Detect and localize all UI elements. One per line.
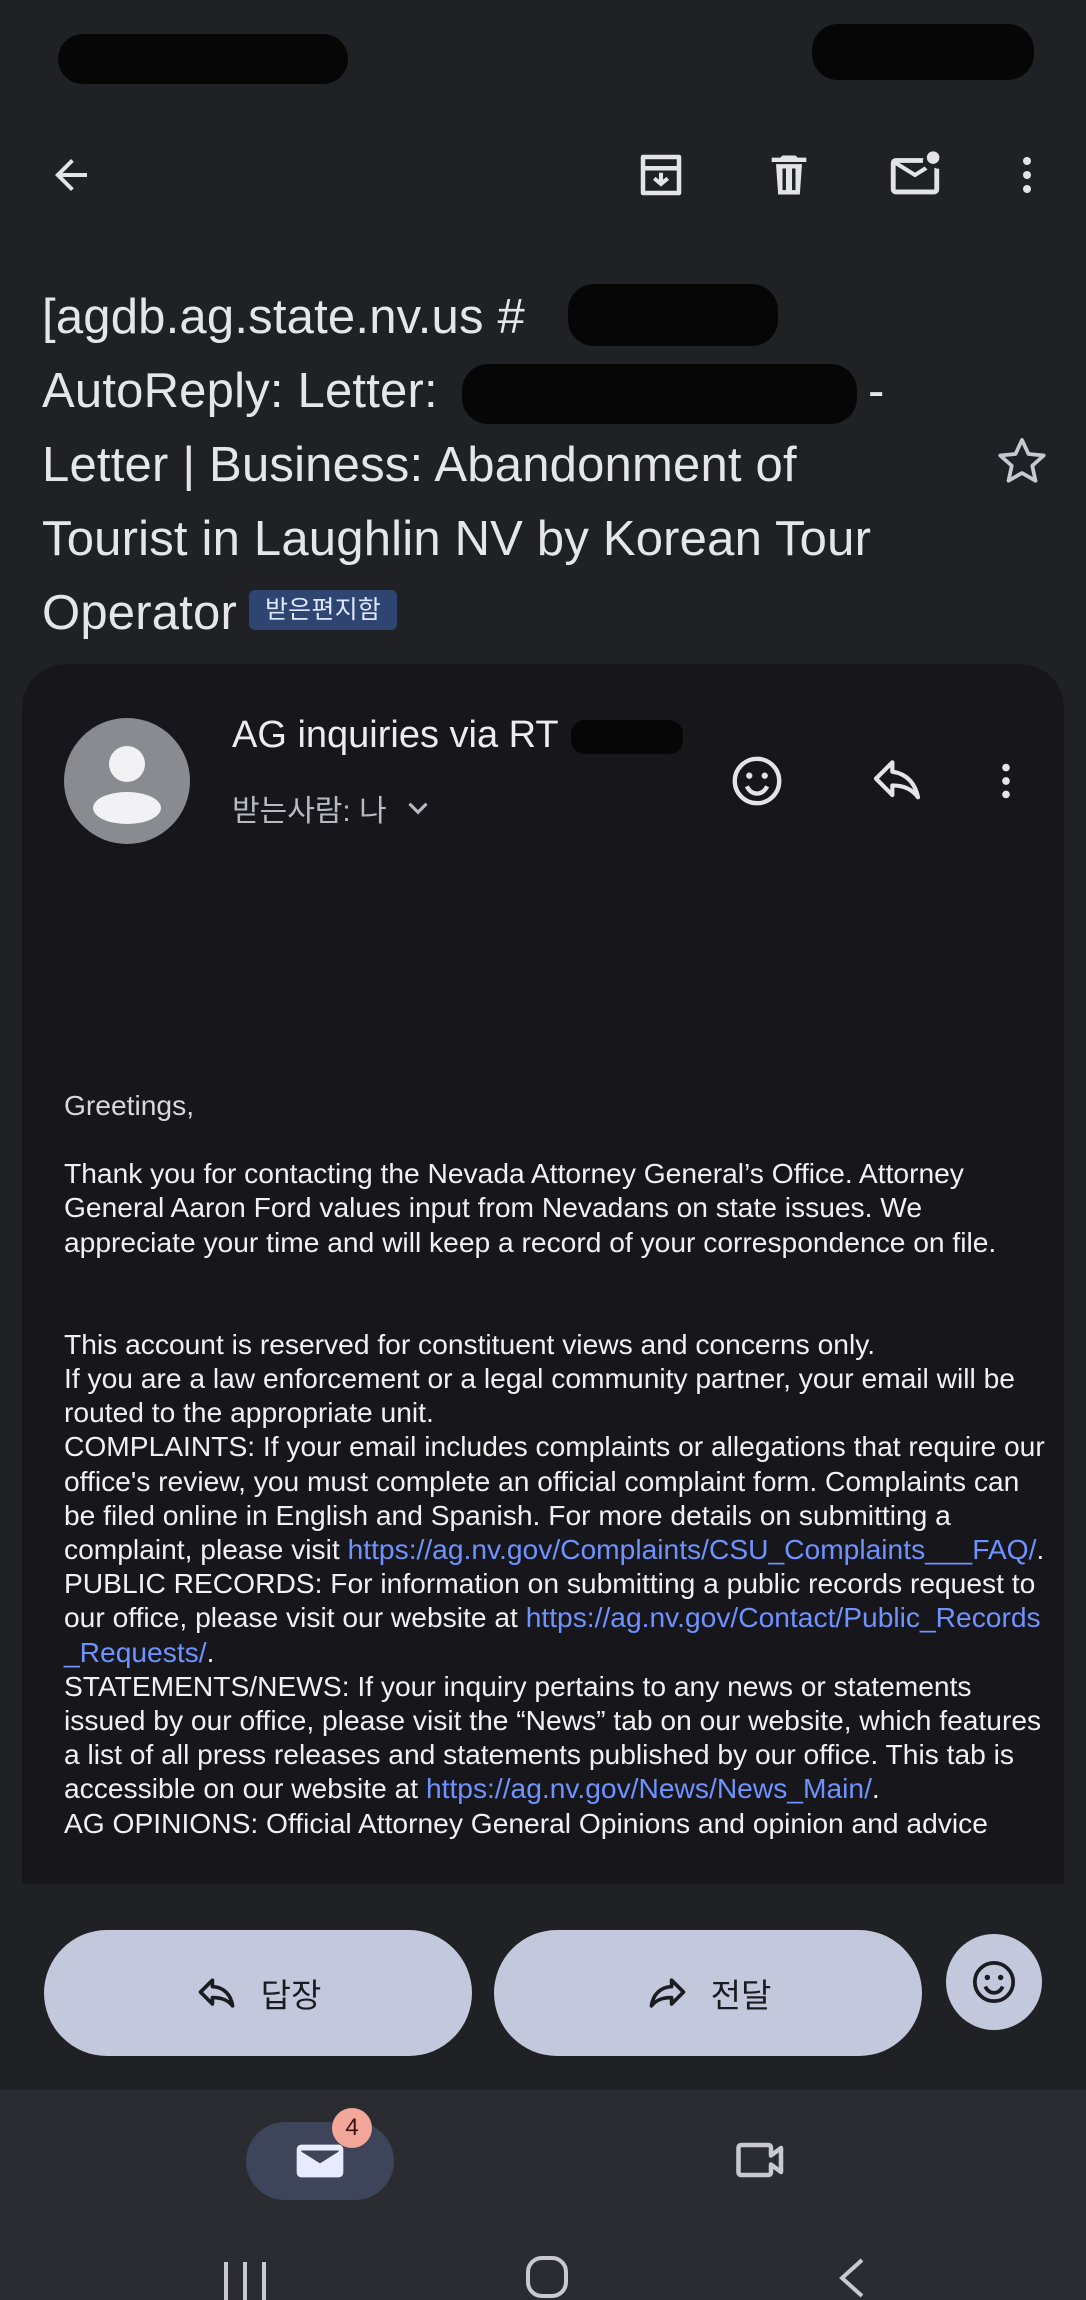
- home-icon: [526, 2256, 568, 2298]
- emoji-icon: [732, 756, 782, 806]
- more-options-button[interactable]: [994, 142, 1060, 208]
- action-bar: 답장 전달: [0, 1884, 1086, 2090]
- body-complaints: COMPLAINTS: If your email includes compl…: [64, 1430, 1045, 1566]
- reply-icon-button[interactable]: [862, 746, 932, 816]
- forward-icon: [649, 1978, 685, 2008]
- bottom-navigation: 4: [0, 2090, 1086, 2300]
- subject-line-2: AutoReply: Letter: -: [42, 354, 992, 428]
- more-vert-icon: [1023, 157, 1031, 193]
- reply-icon: [873, 760, 921, 800]
- emoji-icon: [972, 1960, 1016, 2004]
- star-icon: [998, 438, 1046, 483]
- trash-icon: [771, 155, 807, 195]
- nav-meet-tab[interactable]: [726, 2130, 796, 2190]
- status-bar: [0, 0, 1086, 120]
- body-cut-line: AG OPINIONS: Official Attorney General O…: [64, 1806, 988, 1839]
- top-app-bar: [0, 120, 1086, 230]
- recent-apps-button[interactable]: [220, 2258, 270, 2300]
- body-public-records: PUBLIC RECORDS: For information on submi…: [64, 1567, 1041, 1668]
- system-back-button[interactable]: [834, 2256, 870, 2300]
- reply-icon: [198, 1978, 235, 2008]
- back-button[interactable]: [38, 142, 104, 208]
- avatar[interactable]: [64, 718, 190, 844]
- video-camera-icon: [736, 2142, 784, 2178]
- emoji-reaction-button[interactable]: [722, 746, 792, 816]
- email-subject: [agdb.ag.state.nv.us # AutoReply: Letter…: [42, 280, 992, 650]
- redacted-ticket-number: [568, 284, 778, 346]
- recipient-line[interactable]: 받는사람: 나: [232, 786, 435, 830]
- subject-line-4: Tourist in Laughlin NV by Korean Tour: [42, 512, 872, 566]
- mark-unread-button[interactable]: [882, 142, 948, 208]
- forward-label: 전달: [710, 1977, 772, 2014]
- redacted-name: [462, 364, 857, 424]
- chevron-down-icon: [408, 802, 428, 815]
- body-paragraph-thanks: Thank you for contacting the Nevada Atto…: [64, 1157, 997, 1258]
- redacted-sender-id: [570, 719, 683, 754]
- star-button[interactable]: [992, 432, 1052, 492]
- subject-line-5: Operator 받은편지함: [42, 576, 992, 650]
- message-card: AG inquiries via RT 받는사람: 나 Greetings, T…: [22, 664, 1064, 1884]
- body-line-law-enforcement: If you are a law enforcement or a legal …: [64, 1362, 1015, 1429]
- message-more-button[interactable]: [971, 746, 1041, 816]
- recents-icon: [224, 2262, 266, 2300]
- subject-line-3: Letter | Business: Abandonment of: [42, 438, 797, 492]
- sender-name[interactable]: AG inquiries via RT: [232, 714, 683, 757]
- home-button[interactable]: [524, 2254, 570, 2300]
- inbox-label-badge[interactable]: 받은편지함: [248, 590, 397, 631]
- body-statements-news: STATEMENTS/NEWS: If your inquiry pertain…: [64, 1669, 1042, 1805]
- person-icon: [93, 746, 161, 824]
- delete-button[interactable]: [756, 142, 822, 208]
- reply-label: 답장: [260, 1977, 322, 2014]
- reply-button[interactable]: 답장: [44, 1930, 472, 2056]
- body-line-account: This account is reserved for constituent…: [64, 1327, 876, 1360]
- mail-unread-icon: [890, 151, 940, 195]
- archive-button[interactable]: [628, 142, 694, 208]
- message-body: Greetings, Thank you for contacting the …: [64, 1088, 1054, 1840]
- archive-icon: [640, 154, 682, 196]
- arrow-left-icon: [55, 159, 87, 191]
- scroll-fade: [22, 1860, 1064, 1884]
- unread-count-badge: 4: [332, 2108, 372, 2148]
- forward-button[interactable]: 전달: [494, 1930, 922, 2056]
- redacted-status-left: [58, 34, 348, 84]
- subject-line-1: [agdb.ag.state.nv.us #: [42, 280, 992, 354]
- complaints-link[interactable]: https://ag.nv.gov/Complaints/CSU_Complai…: [348, 1533, 1037, 1565]
- redacted-status-right: [812, 24, 1034, 80]
- nav-mail-tab[interactable]: [246, 2122, 394, 2200]
- more-vert-icon: [1002, 763, 1010, 799]
- chevron-left-icon: [839, 2258, 864, 2298]
- greeting: Greetings,: [64, 1089, 195, 1121]
- news-link[interactable]: https://ag.nv.gov/News/News_Main/: [426, 1772, 872, 1804]
- emoji-reaction-pill[interactable]: [946, 1934, 1042, 2030]
